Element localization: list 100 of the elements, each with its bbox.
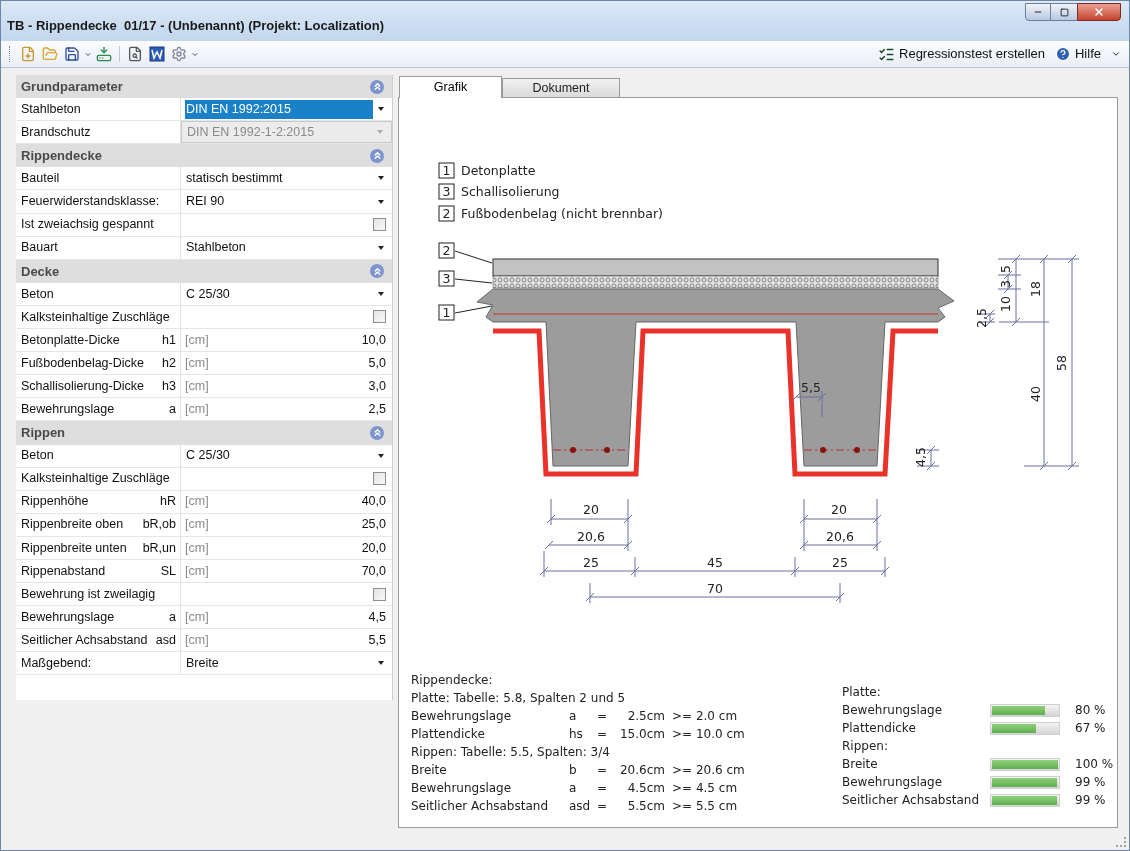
help-icon[interactable]: [1055, 46, 1071, 62]
unit-label: [cm]: [185, 331, 209, 349]
result-equals: =: [597, 798, 609, 815]
settings-icon[interactable]: [169, 44, 189, 64]
leader-line: [454, 250, 493, 264]
utilization-label: Bewehrungslage: [842, 702, 944, 719]
save-icon[interactable]: [62, 44, 82, 64]
dropdown-caret-icon[interactable]: [378, 245, 384, 250]
property-symbol: a: [169, 608, 176, 626]
maximize-button[interactable]: [1051, 3, 1077, 21]
result-symbol: b: [569, 762, 578, 779]
property-label: Stahlbeton: [21, 100, 81, 118]
result-name: Plattendicke: [411, 726, 486, 743]
collapse-icon[interactable]: [370, 264, 384, 279]
dimension-label: 45: [707, 555, 723, 570]
dropdown-caret-icon[interactable]: [378, 291, 384, 296]
collapse-icon[interactable]: [370, 425, 384, 440]
section-header[interactable]: Decke: [16, 259, 392, 283]
resize-grip-icon[interactable]: [1116, 837, 1126, 847]
tab[interactable]: Dokument: [502, 78, 620, 97]
section-header[interactable]: Rippen: [16, 421, 392, 445]
property-label: Bewehrungslage: [21, 401, 115, 418]
dimension-label: 18: [1028, 281, 1043, 297]
section-header[interactable]: Rippendecke: [16, 144, 392, 168]
result-limit: >= 5.5 cm: [672, 798, 738, 815]
property-label: Beton: [21, 447, 54, 465]
unit-label: [cm]: [185, 493, 209, 511]
toolbar-button[interactable]: Regressionstest erstellen: [878, 44, 1045, 64]
utilization-heading: Rippen:: [842, 738, 889, 755]
legend-label: Detonplatte: [461, 163, 536, 178]
property-label: Bauart: [21, 239, 58, 257]
property-label: Maßgebend:: [21, 655, 92, 672]
dimension-line: [985, 309, 995, 327]
collapse-icon[interactable]: [370, 79, 384, 94]
property-symbol: asd: [155, 631, 176, 649]
legend-label: Fußbodenbelag (nicht brennbar): [461, 206, 663, 221]
unit-label: [cm]: [185, 516, 209, 534]
checkbox[interactable]: [373, 218, 386, 232]
dimension-label: 58: [1054, 355, 1069, 371]
unit-label: [cm]: [185, 377, 209, 395]
property-label: Rippenbreite unten: [21, 539, 127, 557]
result-heading: Platte: Tabelle: 5.8, Spalten 2 und 5: [411, 690, 627, 707]
minimize-button[interactable]: [1025, 3, 1051, 21]
property-label: Beton: [21, 285, 54, 303]
tab[interactable]: Grafik: [399, 76, 502, 98]
result-value: 20.6cm: [619, 762, 665, 779]
property-label: Rippenhöhe: [21, 493, 89, 511]
property-symbol: h1: [162, 331, 176, 349]
result-value: 4.5cm: [626, 780, 665, 797]
dimension-label: 5: [998, 265, 1013, 273]
property-symbol: h3: [162, 377, 176, 395]
checkbox[interactable]: [373, 587, 386, 601]
leader-line: [454, 278, 493, 284]
dimension-label: 2,5: [974, 308, 989, 328]
property-symbol: h2: [162, 354, 176, 372]
window-title: TB - Rippendecke 01/17 - (Unbenannt) (Projekt: Localization): [7, 17, 385, 35]
callout-number: 1: [438, 304, 455, 321]
export-icon[interactable]: [94, 44, 114, 64]
property-label: Rippenbreite oben: [21, 516, 124, 534]
result-symbol: asd: [569, 798, 592, 815]
utilization-reading: 67 %: [1075, 720, 1107, 737]
result-equals: =: [597, 726, 609, 743]
document-icon[interactable]: [147, 44, 167, 64]
maximize-icon[interactable]: [1059, 7, 1069, 17]
property-symbol: bR,un: [142, 539, 176, 557]
checkbox[interactable]: [373, 310, 386, 324]
help-button[interactable]: Hilfe: [1055, 44, 1121, 64]
utilization-heading: Platte:: [842, 684, 882, 701]
close-icon[interactable]: [1093, 6, 1105, 18]
utilization-reading: 80 %: [1075, 702, 1107, 719]
property-label: Seitlicher Achsabstand: [21, 631, 148, 649]
result-limit: >= 2.0 cm: [672, 708, 738, 725]
collapse-icon[interactable]: [370, 148, 384, 163]
caret-icon[interactable]: [1111, 49, 1121, 59]
dropdown-caret-icon[interactable]: [378, 661, 384, 666]
unit-label: [cm]: [185, 539, 209, 557]
result-symbol: a: [569, 780, 578, 797]
dimension-label: 5,5: [801, 380, 821, 395]
dropdown-caret-icon[interactable]: [378, 107, 384, 112]
dimension-label: 40: [1028, 386, 1043, 402]
callout-number: 3: [438, 270, 455, 287]
unit-label: [cm]: [185, 631, 209, 649]
property-label: Schallisolierung-Dicke: [21, 377, 144, 395]
section-header[interactable]: Grundparameter: [16, 75, 392, 99]
dimension-label: 10: [998, 296, 1013, 312]
dropdown-caret-icon[interactable]: [378, 176, 384, 181]
result-heading: Rippen: Tabelle: 5.5, Spalten: 3/4: [411, 744, 611, 761]
close-button[interactable]: [1077, 3, 1121, 21]
dimension-label: 25: [832, 555, 848, 570]
unit-label: [cm]: [185, 608, 209, 626]
result-name: Bewehrungslage: [411, 708, 513, 725]
utilization-reading: 99 %: [1075, 792, 1107, 809]
dimension-label: 20,6: [577, 529, 605, 544]
dropdown-caret-icon[interactable]: [378, 199, 384, 204]
dimension-label: 3: [998, 280, 1013, 288]
checkbox[interactable]: [373, 472, 386, 486]
property-symbol: hR: [160, 493, 176, 511]
property-label: Bauteil: [21, 170, 60, 188]
dimension-label: 25: [583, 555, 599, 570]
dropdown-caret-icon[interactable]: [378, 453, 384, 458]
